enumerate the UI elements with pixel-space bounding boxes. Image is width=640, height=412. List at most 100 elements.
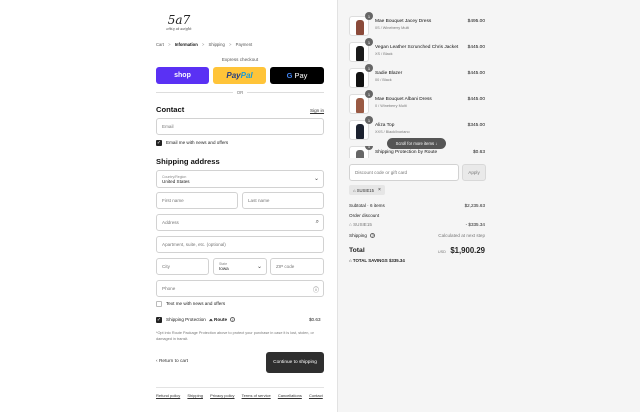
item-variant: XS / Black bbox=[375, 52, 393, 56]
total-savings: ⌂ TOTAL SAVINGS $335.34 bbox=[349, 258, 405, 263]
zip-field[interactable]: ZIP code bbox=[270, 258, 324, 275]
product-figure bbox=[356, 20, 364, 35]
shipping-row: Shipping ? Calculated at next step bbox=[349, 233, 485, 239]
route-logo: ⩕ Route bbox=[209, 317, 228, 322]
help-circle-icon[interactable]: ? bbox=[370, 233, 376, 239]
order-item: 1 Sadie Blazer 00 / Black $445.00 bbox=[349, 64, 485, 88]
quantity-badge: 1 bbox=[365, 116, 373, 124]
item-name: Shipping Protection by Route bbox=[375, 150, 438, 155]
google-pay-label: Pay bbox=[294, 71, 308, 80]
subtotal-value: $2,235.63 bbox=[464, 203, 485, 208]
first-name-placeholder: First name bbox=[162, 198, 184, 203]
discount-row: ⌂ SUSIE15 - $335.34 bbox=[349, 222, 485, 227]
email-news-label: Email me with news and offers bbox=[166, 140, 229, 145]
order-item: 1 Vegan Leather Scrunched Chris Jacket XS … bbox=[349, 38, 485, 62]
footer-link-cancellations[interactable]: Cancellations bbox=[278, 393, 302, 398]
tag-icon: ⌂ bbox=[349, 222, 352, 227]
continue-to-shipping-button[interactable]: Continue to shipping bbox=[266, 352, 324, 373]
shop-pay-button[interactable]: shop bbox=[156, 67, 209, 84]
remove-discount-icon[interactable]: × bbox=[378, 187, 381, 193]
phone-placeholder: Phone bbox=[162, 286, 176, 291]
discount-code-input[interactable]: Discount code or gift card bbox=[349, 164, 459, 181]
arrow-down-icon: ↓ bbox=[435, 141, 438, 146]
quantity-badge: 1 bbox=[365, 12, 373, 20]
logo-mark: 5a7 bbox=[167, 13, 191, 27]
city-field[interactable]: City bbox=[156, 258, 209, 275]
breadcrumb-shipping: Shipping bbox=[208, 42, 225, 47]
item-variant: 0 / Wineberry Multi bbox=[375, 104, 407, 108]
address-field[interactable]: Address ⌕ bbox=[156, 214, 324, 231]
total-label: Total bbox=[349, 247, 365, 254]
email-news-checkbox[interactable]: ✓ bbox=[156, 140, 162, 146]
order-item: 1 Aliza Top XXS / Black/Ivoriano $345.00 bbox=[349, 116, 485, 140]
scroll-hint-label: Scroll for more items bbox=[395, 141, 435, 146]
quantity-badge: 1 bbox=[365, 64, 373, 72]
item-variant: 00 / Black bbox=[375, 78, 392, 82]
brand-logo[interactable]: 5a7 ettiq at aeight bbox=[166, 14, 192, 31]
chevron-left-icon: ‹ bbox=[156, 359, 158, 364]
zip-placeholder: ZIP code bbox=[276, 264, 295, 269]
subtotal-label: Subtotal · 6 items bbox=[349, 203, 385, 208]
or-label: OR bbox=[233, 89, 247, 95]
text-offers-label: Text me with news and offers bbox=[166, 301, 226, 306]
footer-divider bbox=[156, 387, 324, 388]
breadcrumb-separator: > bbox=[201, 42, 205, 47]
shipping-protection-label: Shipping Protection ⩕ Route i bbox=[166, 317, 236, 323]
paypal-label-b: Pal bbox=[240, 71, 253, 80]
shipping-address-heading: Shipping address bbox=[156, 157, 220, 166]
currency-code: USD bbox=[437, 250, 446, 254]
shop-pay-label: shop bbox=[174, 72, 191, 79]
apply-discount-button[interactable]: Apply bbox=[462, 164, 486, 181]
discount-value: - $335.34 bbox=[465, 222, 485, 227]
product-figure bbox=[356, 124, 364, 139]
footer-link-privacy[interactable]: Privacy policy bbox=[210, 393, 234, 398]
subtotal-row: Subtotal · 6 items $2,235.63 bbox=[349, 203, 485, 208]
help-circle-icon[interactable]: ⓘ bbox=[313, 285, 319, 294]
route-brand: Route bbox=[214, 317, 228, 322]
info-icon[interactable]: i bbox=[230, 317, 236, 323]
scroll-more-items-hint[interactable]: Scroll for more items ↓ bbox=[387, 138, 446, 149]
item-variant: 0S / Wineberry Multi bbox=[375, 26, 410, 30]
express-checkout-title: Express checkout bbox=[221, 57, 259, 62]
applied-discount-chip: ⌂ SUSIE15 × bbox=[349, 185, 385, 195]
paypal-label-a: Pay bbox=[226, 71, 241, 80]
item-price: $345.00 bbox=[467, 123, 485, 128]
email-field[interactable]: Email bbox=[156, 118, 324, 135]
google-g-icon: G bbox=[286, 71, 293, 80]
sign-in-link[interactable]: Sign in bbox=[310, 108, 324, 113]
google-pay-button[interactable]: G Pay bbox=[270, 67, 324, 84]
phone-field[interactable]: Phone ⓘ bbox=[156, 280, 324, 297]
return-to-cart-link[interactable]: ‹ Return to cart bbox=[156, 359, 188, 364]
item-name: Aliza Top bbox=[375, 123, 395, 128]
apartment-field[interactable]: Apartment, suite, etc. (optional) bbox=[156, 236, 324, 253]
checkout-form-panel: 5a7 ettiq at aeight Cart > Information >… bbox=[0, 0, 337, 412]
footer-link-contact[interactable]: Contact bbox=[309, 393, 323, 398]
footer-link-shipping[interactable]: Shipping bbox=[187, 393, 203, 398]
item-price: $495.00 bbox=[467, 19, 485, 24]
discount-code-label: SUSIE15 bbox=[353, 222, 372, 227]
breadcrumb-cart[interactable]: Cart bbox=[156, 42, 164, 47]
shipping-protection-checkbox[interactable]: ✓ bbox=[156, 317, 162, 323]
shipping-label: Shipping bbox=[349, 233, 367, 238]
last-name-field[interactable]: Last name bbox=[242, 192, 324, 209]
email-placeholder: Email bbox=[162, 124, 174, 129]
breadcrumb-payment: Payment bbox=[235, 42, 253, 47]
protection-disclaimer: *Opt into Route Package Protection above… bbox=[156, 331, 314, 341]
footer-links: Refund policy Shipping Privacy policy Te… bbox=[156, 393, 329, 398]
first-name-field[interactable]: First name bbox=[156, 192, 238, 209]
paypal-button[interactable]: Pay Pal bbox=[213, 67, 266, 84]
footer-link-terms[interactable]: Terms of service bbox=[242, 393, 271, 398]
logo-tagline: ettiq at aeight bbox=[166, 27, 192, 31]
item-variant: XXS / Black/Ivoriano bbox=[375, 130, 410, 134]
order-item: 1 Mae Bouquet Albani Dress 0 / Wineberry M… bbox=[349, 90, 485, 114]
state-select[interactable]: State Iowa ⌄ bbox=[213, 258, 267, 275]
breadcrumb-separator: > bbox=[168, 42, 171, 47]
quantity-badge: 1 bbox=[365, 38, 373, 46]
discount-placeholder: Discount code or gift card bbox=[355, 170, 408, 175]
footer-link-refund[interactable]: Refund policy bbox=[156, 393, 180, 398]
quantity-badge: 1 bbox=[365, 146, 373, 150]
shipping-protection-text: Shipping Protection bbox=[166, 317, 206, 322]
country-select[interactable]: Country/Region United States ⌄ bbox=[156, 170, 324, 188]
item-name: Sadie Blazer bbox=[375, 71, 403, 76]
text-offers-checkbox[interactable] bbox=[156, 301, 162, 307]
